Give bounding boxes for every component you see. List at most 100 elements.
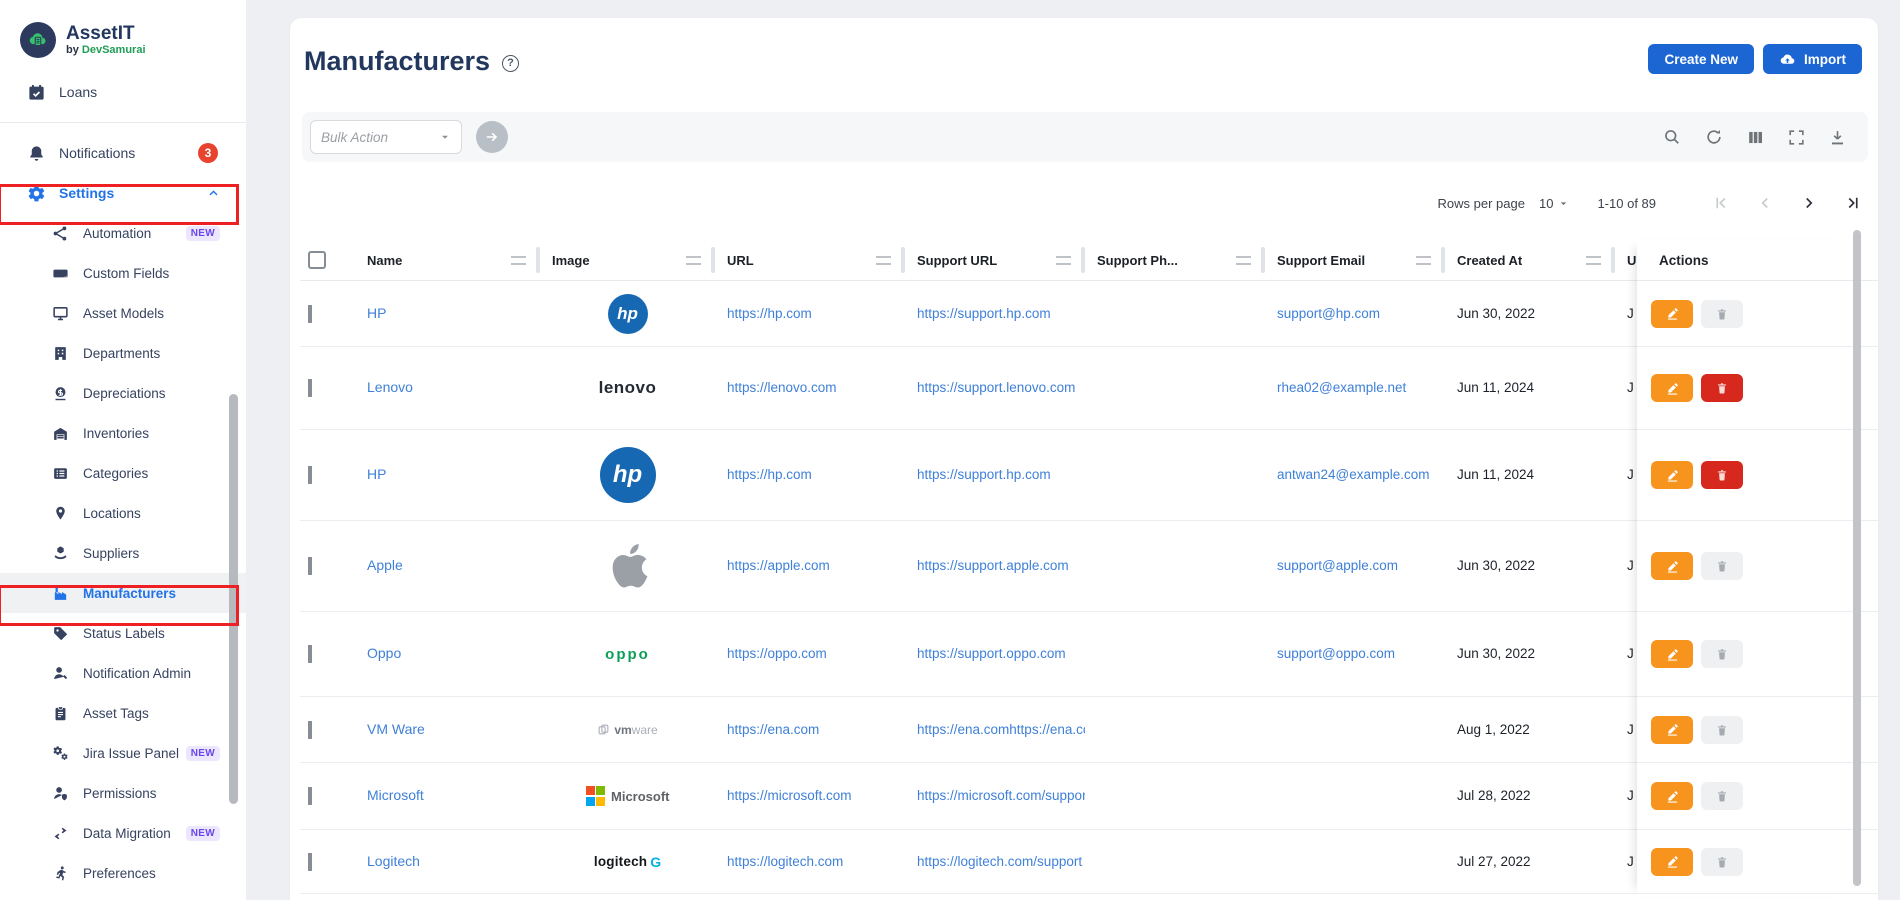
help-icon[interactable]: ? (502, 55, 519, 72)
edit-button[interactable] (1651, 374, 1693, 402)
url-link[interactable]: https://microsoft.com (727, 788, 852, 803)
sidebar-item-asset-tags[interactable]: Asset Tags (0, 693, 246, 733)
url-link[interactable]: https://logitech.com (727, 854, 843, 869)
bulk-action-select[interactable]: Bulk Action (310, 120, 462, 154)
support-email-link[interactable]: support@oppo.com (1277, 646, 1395, 661)
delete-button[interactable] (1701, 300, 1743, 328)
create-new-button[interactable]: Create New (1648, 44, 1754, 74)
column-menu-icon[interactable] (511, 256, 526, 265)
rows-per-page-select[interactable]: 10 (1539, 196, 1569, 211)
column-menu-icon[interactable] (1236, 256, 1251, 265)
refresh-icon[interactable] (1704, 127, 1724, 147)
support-url-link[interactable]: https://support.lenovo.com (917, 380, 1075, 395)
support-email-link[interactable]: rhea02@example.net (1277, 380, 1406, 395)
sidebar-item-inventories[interactable]: Inventories (0, 413, 246, 453)
fullscreen-icon[interactable] (1787, 128, 1806, 147)
url-link[interactable]: https://hp.com (727, 306, 812, 321)
support-email-link[interactable]: support@hp.com (1277, 306, 1380, 321)
column-menu-icon[interactable] (1056, 256, 1071, 265)
manufacturer-name-link[interactable]: Lenovo (367, 379, 413, 395)
row-checkbox[interactable] (308, 557, 312, 575)
support-url-link[interactable]: https://support.hp.com (917, 306, 1051, 321)
manufacturer-name-link[interactable]: Oppo (367, 645, 401, 661)
columns-icon[interactable] (1746, 128, 1765, 147)
row-checkbox[interactable] (308, 379, 312, 397)
sidebar-item-manufacturers[interactable]: Manufacturers (0, 573, 246, 613)
sidebar-item-locations[interactable]: Locations (0, 493, 246, 533)
sidebar-item-preferences[interactable]: Preferences (0, 853, 246, 893)
sidebar-item-notifications[interactable]: Notifications3 (0, 133, 246, 173)
column-menu-icon[interactable] (876, 256, 891, 265)
url-link[interactable]: https://lenovo.com (727, 380, 837, 395)
column-header-support-email[interactable]: Support Email (1265, 240, 1445, 280)
row-checkbox[interactable] (308, 466, 312, 484)
sidebar-item-data-migration[interactable]: Data MigrationNEW (0, 813, 246, 853)
url-link[interactable]: https://ena.com (727, 722, 819, 737)
sidebar-item-status-labels[interactable]: Status Labels (0, 613, 246, 653)
edit-button[interactable] (1651, 300, 1693, 328)
edit-button[interactable] (1651, 640, 1693, 668)
edit-button[interactable] (1651, 461, 1693, 489)
row-checkbox[interactable] (308, 721, 312, 739)
delete-button[interactable] (1701, 848, 1743, 876)
support-url-link[interactable]: https://microsoft.com/support (917, 788, 1085, 803)
edit-button[interactable] (1651, 782, 1693, 810)
delete-button[interactable] (1701, 552, 1743, 580)
column-menu-icon[interactable] (686, 256, 701, 265)
next-page-button[interactable] (1800, 194, 1818, 212)
row-checkbox[interactable] (308, 853, 312, 871)
delete-button[interactable] (1701, 461, 1743, 489)
sidebar-item-automation[interactable]: AutomationNEW (0, 213, 246, 253)
support-url-link[interactable]: https://support.apple.com (917, 558, 1069, 573)
column-header-support-ph[interactable]: Support Ph... (1085, 240, 1265, 280)
download-icon[interactable] (1828, 128, 1847, 147)
row-checkbox[interactable] (308, 787, 312, 805)
first-page-button[interactable] (1712, 194, 1730, 212)
bulk-action-apply-button[interactable] (476, 121, 508, 153)
delete-button[interactable] (1701, 374, 1743, 402)
column-header-support-url[interactable]: Support URL (905, 240, 1085, 280)
support-url-link[interactable]: https://logitech.com/support (917, 854, 1082, 869)
support-email-link[interactable]: antwan24@example.com (1277, 467, 1430, 482)
support-url-link[interactable]: https://support.hp.com (917, 467, 1051, 482)
support-url-link[interactable]: https://support.oppo.com (917, 646, 1066, 661)
row-checkbox[interactable] (308, 645, 312, 663)
edit-button[interactable] (1651, 848, 1693, 876)
column-header-image[interactable]: Image (540, 240, 715, 280)
column-menu-icon[interactable] (1416, 256, 1431, 265)
edit-button[interactable] (1651, 716, 1693, 744)
sidebar-item-loans[interactable]: Loans (0, 72, 246, 112)
sidebar-item-settings[interactable]: Settings (0, 173, 246, 213)
table-scrollbar-thumb[interactable] (1853, 230, 1861, 886)
delete-button[interactable] (1701, 640, 1743, 668)
sidebar-item-permissions[interactable]: Permissions (0, 773, 246, 813)
sidebar-item-notification-admin[interactable]: Notification Admin (0, 653, 246, 693)
sidebar-scrollbar-thumb[interactable] (229, 394, 238, 804)
last-page-button[interactable] (1844, 194, 1862, 212)
row-checkbox[interactable] (308, 305, 312, 323)
sidebar-item-departments[interactable]: Departments (0, 333, 246, 373)
url-link[interactable]: https://hp.com (727, 467, 812, 482)
manufacturer-name-link[interactable]: Microsoft (367, 787, 424, 803)
column-header-name[interactable]: Name (355, 240, 540, 280)
import-button[interactable]: Import (1763, 44, 1862, 74)
previous-page-button[interactable] (1756, 194, 1774, 212)
sidebar-item-jira-issue-panel[interactable]: Jira Issue PanelNEW (0, 733, 246, 773)
manufacturer-name-link[interactable]: VM Ware (367, 721, 425, 737)
manufacturer-name-link[interactable]: Logitech (367, 853, 420, 869)
sidebar-item-categories[interactable]: Categories (0, 453, 246, 493)
support-url-link[interactable]: https://ena.comhttps://ena.com (917, 722, 1085, 737)
delete-button[interactable] (1701, 782, 1743, 810)
sidebar-item-custom-fields[interactable]: Custom Fields (0, 253, 246, 293)
select-all-checkbox[interactable] (308, 251, 326, 269)
delete-button[interactable] (1701, 716, 1743, 744)
manufacturer-name-link[interactable]: HP (367, 305, 386, 321)
sidebar-item-asset-models[interactable]: Asset Models (0, 293, 246, 333)
url-link[interactable]: https://oppo.com (727, 646, 827, 661)
manufacturer-name-link[interactable]: Apple (367, 557, 403, 573)
search-icon[interactable] (1662, 127, 1682, 147)
column-header-url[interactable]: URL (715, 240, 905, 280)
manufacturer-name-link[interactable]: HP (367, 466, 386, 482)
column-menu-icon[interactable] (1586, 256, 1601, 265)
column-header-created-at[interactable]: Created At (1445, 240, 1615, 280)
